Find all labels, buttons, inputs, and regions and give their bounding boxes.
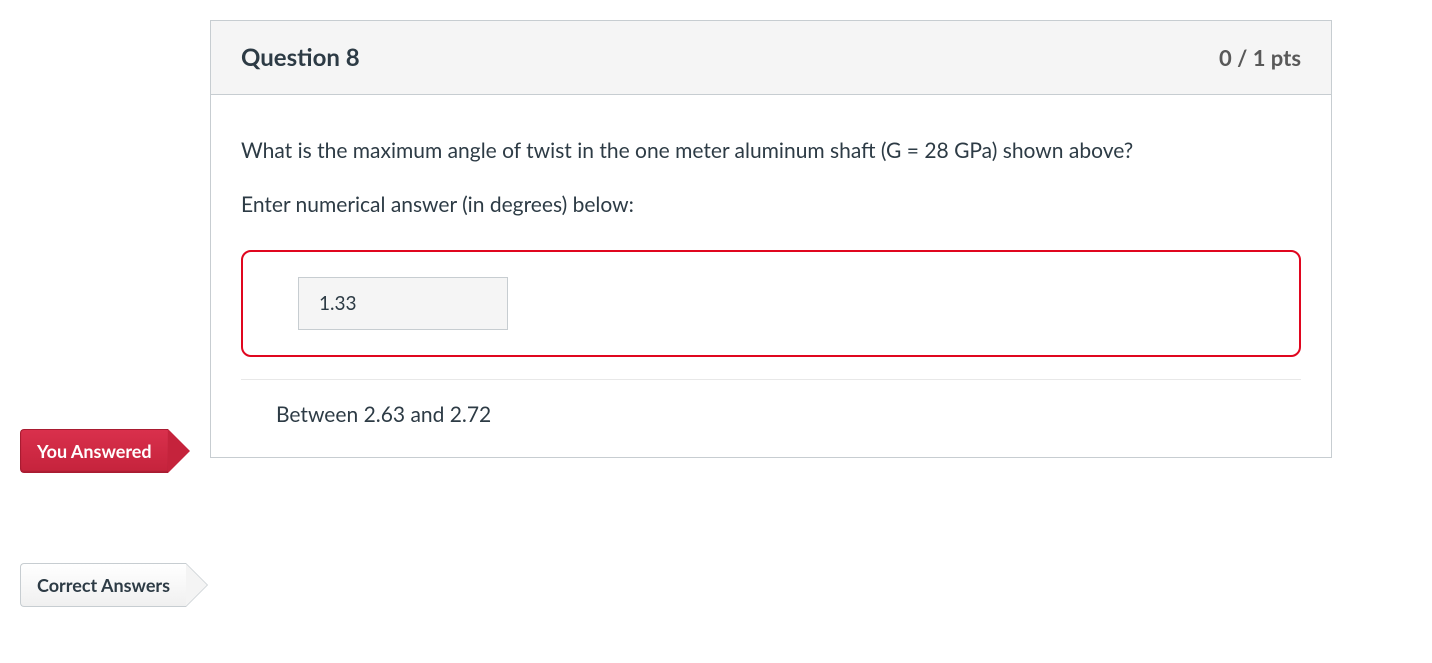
correct-answers-label: Correct Answers bbox=[20, 563, 186, 607]
correct-answers-flag: Correct Answers bbox=[20, 563, 208, 607]
question-header: Question 8 0 / 1 pts bbox=[211, 21, 1331, 95]
user-answer-box: 1.33 bbox=[241, 250, 1301, 357]
question-body: What is the maximum angle of twist in th… bbox=[211, 95, 1331, 379]
question-container: You Answered Correct Answers Question 8 … bbox=[20, 20, 1412, 458]
correct-answer-text: Between 2.63 and 2.72 bbox=[211, 380, 1331, 457]
question-prompt: Enter numerical answer (in degrees) belo… bbox=[241, 189, 1301, 221]
question-points: 0 / 1 pts bbox=[1219, 44, 1301, 71]
flag-arrow-icon bbox=[186, 563, 208, 607]
you-answered-flag: You Answered bbox=[20, 429, 190, 473]
user-answer-value: 1.33 bbox=[298, 277, 508, 330]
question-text: What is the maximum angle of twist in th… bbox=[241, 135, 1301, 167]
question-card: Question 8 0 / 1 pts What is the maximum… bbox=[210, 20, 1332, 458]
you-answered-label: You Answered bbox=[20, 429, 168, 473]
flag-arrow-icon bbox=[168, 429, 190, 473]
question-title: Question 8 bbox=[241, 43, 360, 72]
